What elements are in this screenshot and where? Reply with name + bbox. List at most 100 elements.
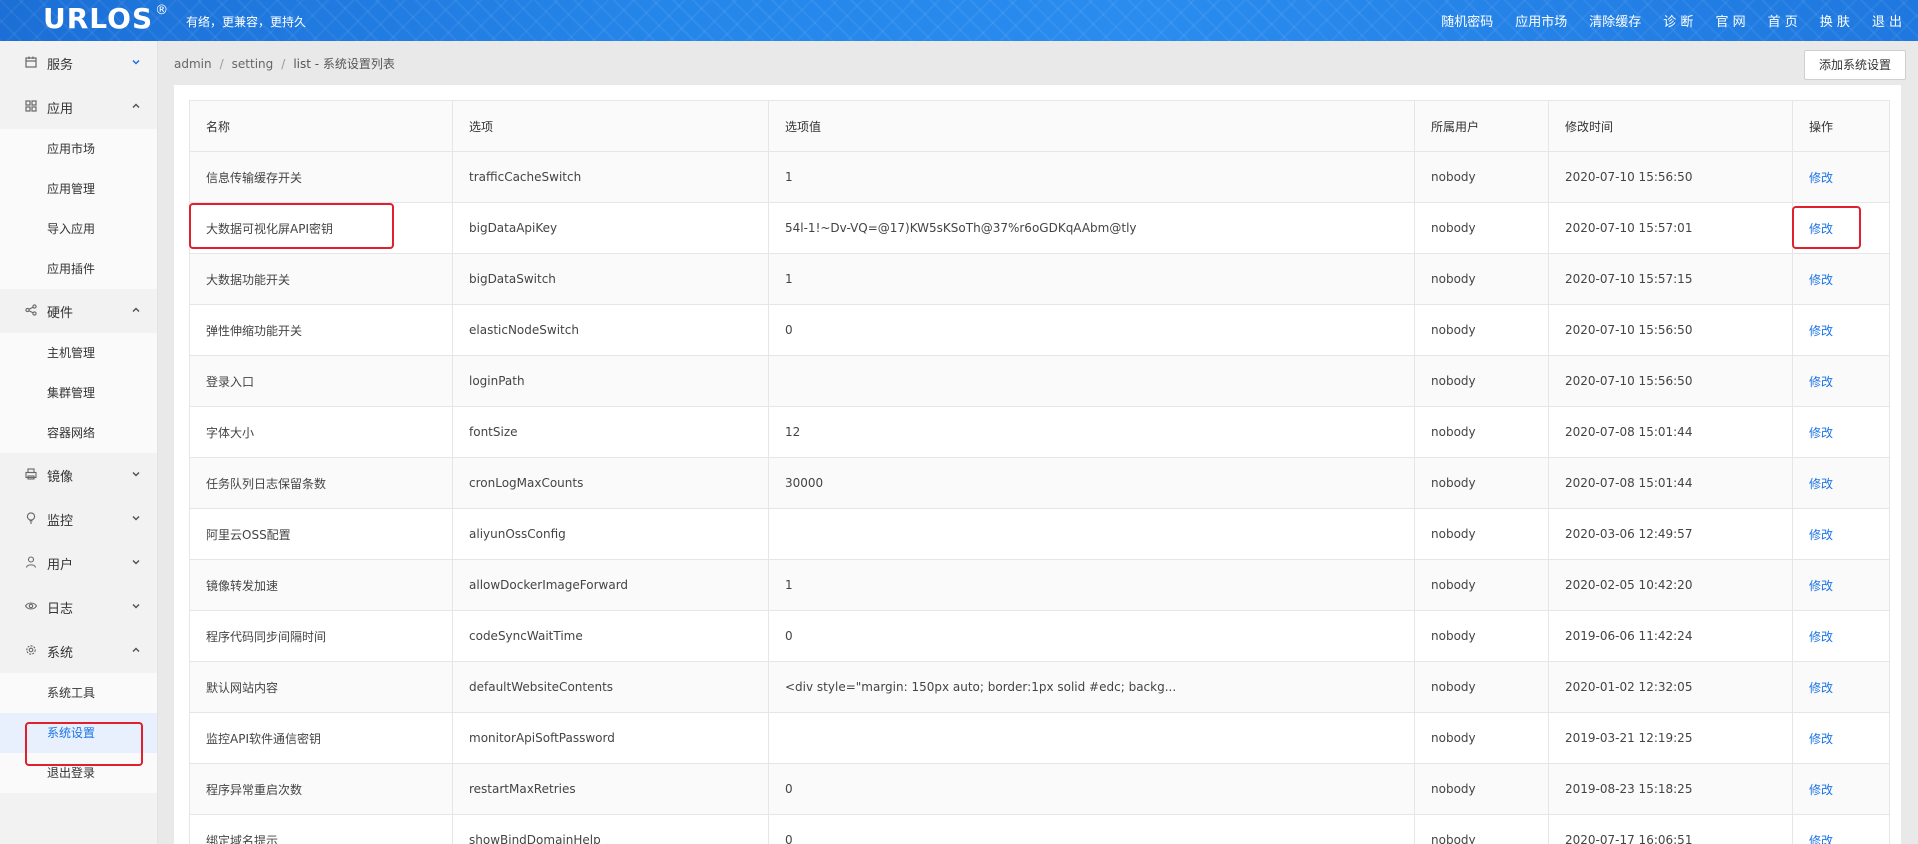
cell-time: 2020-07-10 15:56:50 xyxy=(1548,151,1793,203)
cell-action: 修改 xyxy=(1792,559,1890,611)
sidebar-item-logout[interactable]: 退出登录 xyxy=(0,753,157,793)
sidebar-group-monitor[interactable]: 监控 xyxy=(0,497,157,541)
sidebar-item-cluster-manage[interactable]: 集群管理 xyxy=(0,373,157,413)
edit-link[interactable]: 修改 xyxy=(1809,783,1833,797)
table-row: 大数据功能开关 bigDataSwitch 1 nobody 2020-07-10 15… xyxy=(189,253,1890,305)
cell-name: 绑定域名提示 xyxy=(189,814,453,844)
sidebar-group-logs[interactable]: 日志 xyxy=(0,585,157,629)
table-row: 任务队列日志保留条数 cronLogMaxCounts 30000 nobody 202… xyxy=(189,457,1890,509)
cell-action: 修改 xyxy=(1792,355,1890,407)
sidebar-item-host-manage[interactable]: 主机管理 xyxy=(0,333,157,373)
breadcrumb-list: list xyxy=(293,57,311,71)
sidebar-group-label: 系统 xyxy=(47,645,74,661)
nav-official-site[interactable]: 官 网 xyxy=(1715,11,1745,30)
cell-value xyxy=(768,355,1415,407)
logo-text: URLOS xyxy=(43,2,154,35)
cell-option: aliyunOssConfig xyxy=(452,508,769,560)
cell-value: 1 xyxy=(768,559,1415,611)
cell-user: nobody xyxy=(1414,559,1549,611)
cell-action: 修改 xyxy=(1792,202,1890,254)
user-icon xyxy=(25,556,37,568)
cell-name: 阿里云OSS配置 xyxy=(189,508,453,560)
cell-action: 修改 xyxy=(1792,610,1890,662)
sidebar-item-container-network[interactable]: 容器网络 xyxy=(0,413,157,453)
nav-random-password[interactable]: 随机密码 xyxy=(1441,11,1493,30)
nav-skin[interactable]: 换 肤 xyxy=(1820,11,1850,30)
add-setting-button[interactable]: 添加系统设置 xyxy=(1803,50,1906,80)
cell-user: nobody xyxy=(1414,406,1549,458)
table-row: 监控API软件通信密钥 monitorApiSoftPassword nobody 2… xyxy=(189,712,1890,764)
sidebar-group-hardware[interactable]: 硬件 xyxy=(0,289,157,333)
logo[interactable]: URLOS ® xyxy=(43,2,169,35)
cell-time: 2019-06-06 11:42:24 xyxy=(1548,610,1793,662)
sidebar-item-app-market[interactable]: 应用市场 xyxy=(0,129,157,169)
nav-clear-cache[interactable]: 清除缓存 xyxy=(1589,11,1641,30)
cell-value: <div style="margin: 150px auto; border:1… xyxy=(768,661,1415,713)
edit-link[interactable]: 修改 xyxy=(1809,681,1833,695)
sidebar-item-app-plugins[interactable]: 应用插件 xyxy=(0,249,157,289)
chevron-down-icon xyxy=(132,471,140,477)
edit-link[interactable]: 修改 xyxy=(1809,477,1833,491)
cell-value: 54l-1!~Dv-VQ=@17)KW5sKSoTh@37%r6oGDKqAAb… xyxy=(768,202,1415,254)
cell-action: 修改 xyxy=(1792,304,1890,356)
breadcrumb-setting[interactable]: setting xyxy=(232,57,274,71)
cell-name: 字体大小 xyxy=(189,406,453,458)
sidebar-item-system-settings[interactable]: 系统设置 xyxy=(0,713,157,753)
nav-app-market[interactable]: 应用市场 xyxy=(1515,11,1567,30)
page-title: 系统设置列表 xyxy=(322,57,395,71)
nav-logout[interactable]: 退 出 xyxy=(1872,11,1902,30)
edit-link[interactable]: 修改 xyxy=(1809,375,1833,389)
edit-link[interactable]: 修改 xyxy=(1809,732,1833,746)
cell-name: 程序异常重启次数 xyxy=(189,763,453,815)
edit-link[interactable]: 修改 xyxy=(1809,171,1833,185)
cell-user: nobody xyxy=(1414,508,1549,560)
table-row: 字体大小 fontSize 12 nobody 2020-07-08 15:01:44 修… xyxy=(189,406,1890,458)
printer-icon xyxy=(25,468,37,480)
edit-link[interactable]: 修改 xyxy=(1809,324,1833,338)
cell-user: nobody xyxy=(1414,304,1549,356)
edit-link[interactable]: 修改 xyxy=(1809,222,1833,236)
column-header-name: 名称 xyxy=(189,100,453,152)
cell-action: 修改 xyxy=(1792,508,1890,560)
table-row: 阿里云OSS配置 aliyunOssConfig nobody 2020-03-06 … xyxy=(189,508,1890,560)
edit-link[interactable]: 修改 xyxy=(1809,273,1833,287)
breadcrumb-separator: / xyxy=(281,57,286,71)
cell-value: 1 xyxy=(768,253,1415,305)
edit-link[interactable]: 修改 xyxy=(1809,834,1833,844)
cell-time: 2020-07-08 15:01:44 xyxy=(1548,457,1793,509)
cell-name: 大数据可视化屏API密钥 xyxy=(189,202,453,254)
edit-link[interactable]: 修改 xyxy=(1809,528,1833,542)
gear-icon xyxy=(26,645,36,655)
sidebar-group-images[interactable]: 镜像 xyxy=(0,453,157,497)
grid-icon xyxy=(25,100,37,112)
breadcrumb-admin[interactable]: admin xyxy=(174,57,212,71)
cell-action: 修改 xyxy=(1792,814,1890,844)
table-row: 程序异常重启次数 restartMaxRetries 0 nobody 2019-08-… xyxy=(189,763,1890,815)
cell-action: 修改 xyxy=(1792,253,1890,305)
sidebar-group-service[interactable]: 服务 xyxy=(0,41,157,85)
edit-link[interactable]: 修改 xyxy=(1809,426,1833,440)
sidebar-item-app-manage[interactable]: 应用管理 xyxy=(0,169,157,209)
sidebar-item-system-tools[interactable]: 系统工具 xyxy=(0,673,157,713)
cell-value xyxy=(768,712,1415,764)
sidebar-item-import-app[interactable]: 导入应用 xyxy=(0,209,157,249)
cell-option: trafficCacheSwitch xyxy=(452,151,769,203)
sidebar-group-apps[interactable]: 应用 xyxy=(0,85,157,129)
cell-time: 2020-03-06 12:49:57 xyxy=(1548,508,1793,560)
logo-registered-mark: ® xyxy=(155,2,170,18)
edit-link[interactable]: 修改 xyxy=(1809,579,1833,593)
nav-diagnose[interactable]: 诊 断 xyxy=(1663,11,1693,30)
chevron-up-icon xyxy=(132,103,140,109)
sidebar-group-users[interactable]: 用户 xyxy=(0,541,157,585)
sidebar-group-label: 服务 xyxy=(47,57,74,73)
nav-home[interactable]: 首 页 xyxy=(1768,11,1798,30)
sidebar-group-system[interactable]: 系统 xyxy=(0,629,157,673)
sidebar-group-label: 硬件 xyxy=(47,305,74,321)
breadcrumb-separator: / xyxy=(219,57,224,71)
cell-value: 12 xyxy=(768,406,1415,458)
sidebar-group-label: 监控 xyxy=(47,513,74,529)
cell-value: 0 xyxy=(768,304,1415,356)
table-row: 登录入口 loginPath nobody 2020-07-10 15:56:50 修改 xyxy=(189,355,1890,407)
edit-link[interactable]: 修改 xyxy=(1809,630,1833,644)
cell-name: 默认网站内容 xyxy=(189,661,453,713)
